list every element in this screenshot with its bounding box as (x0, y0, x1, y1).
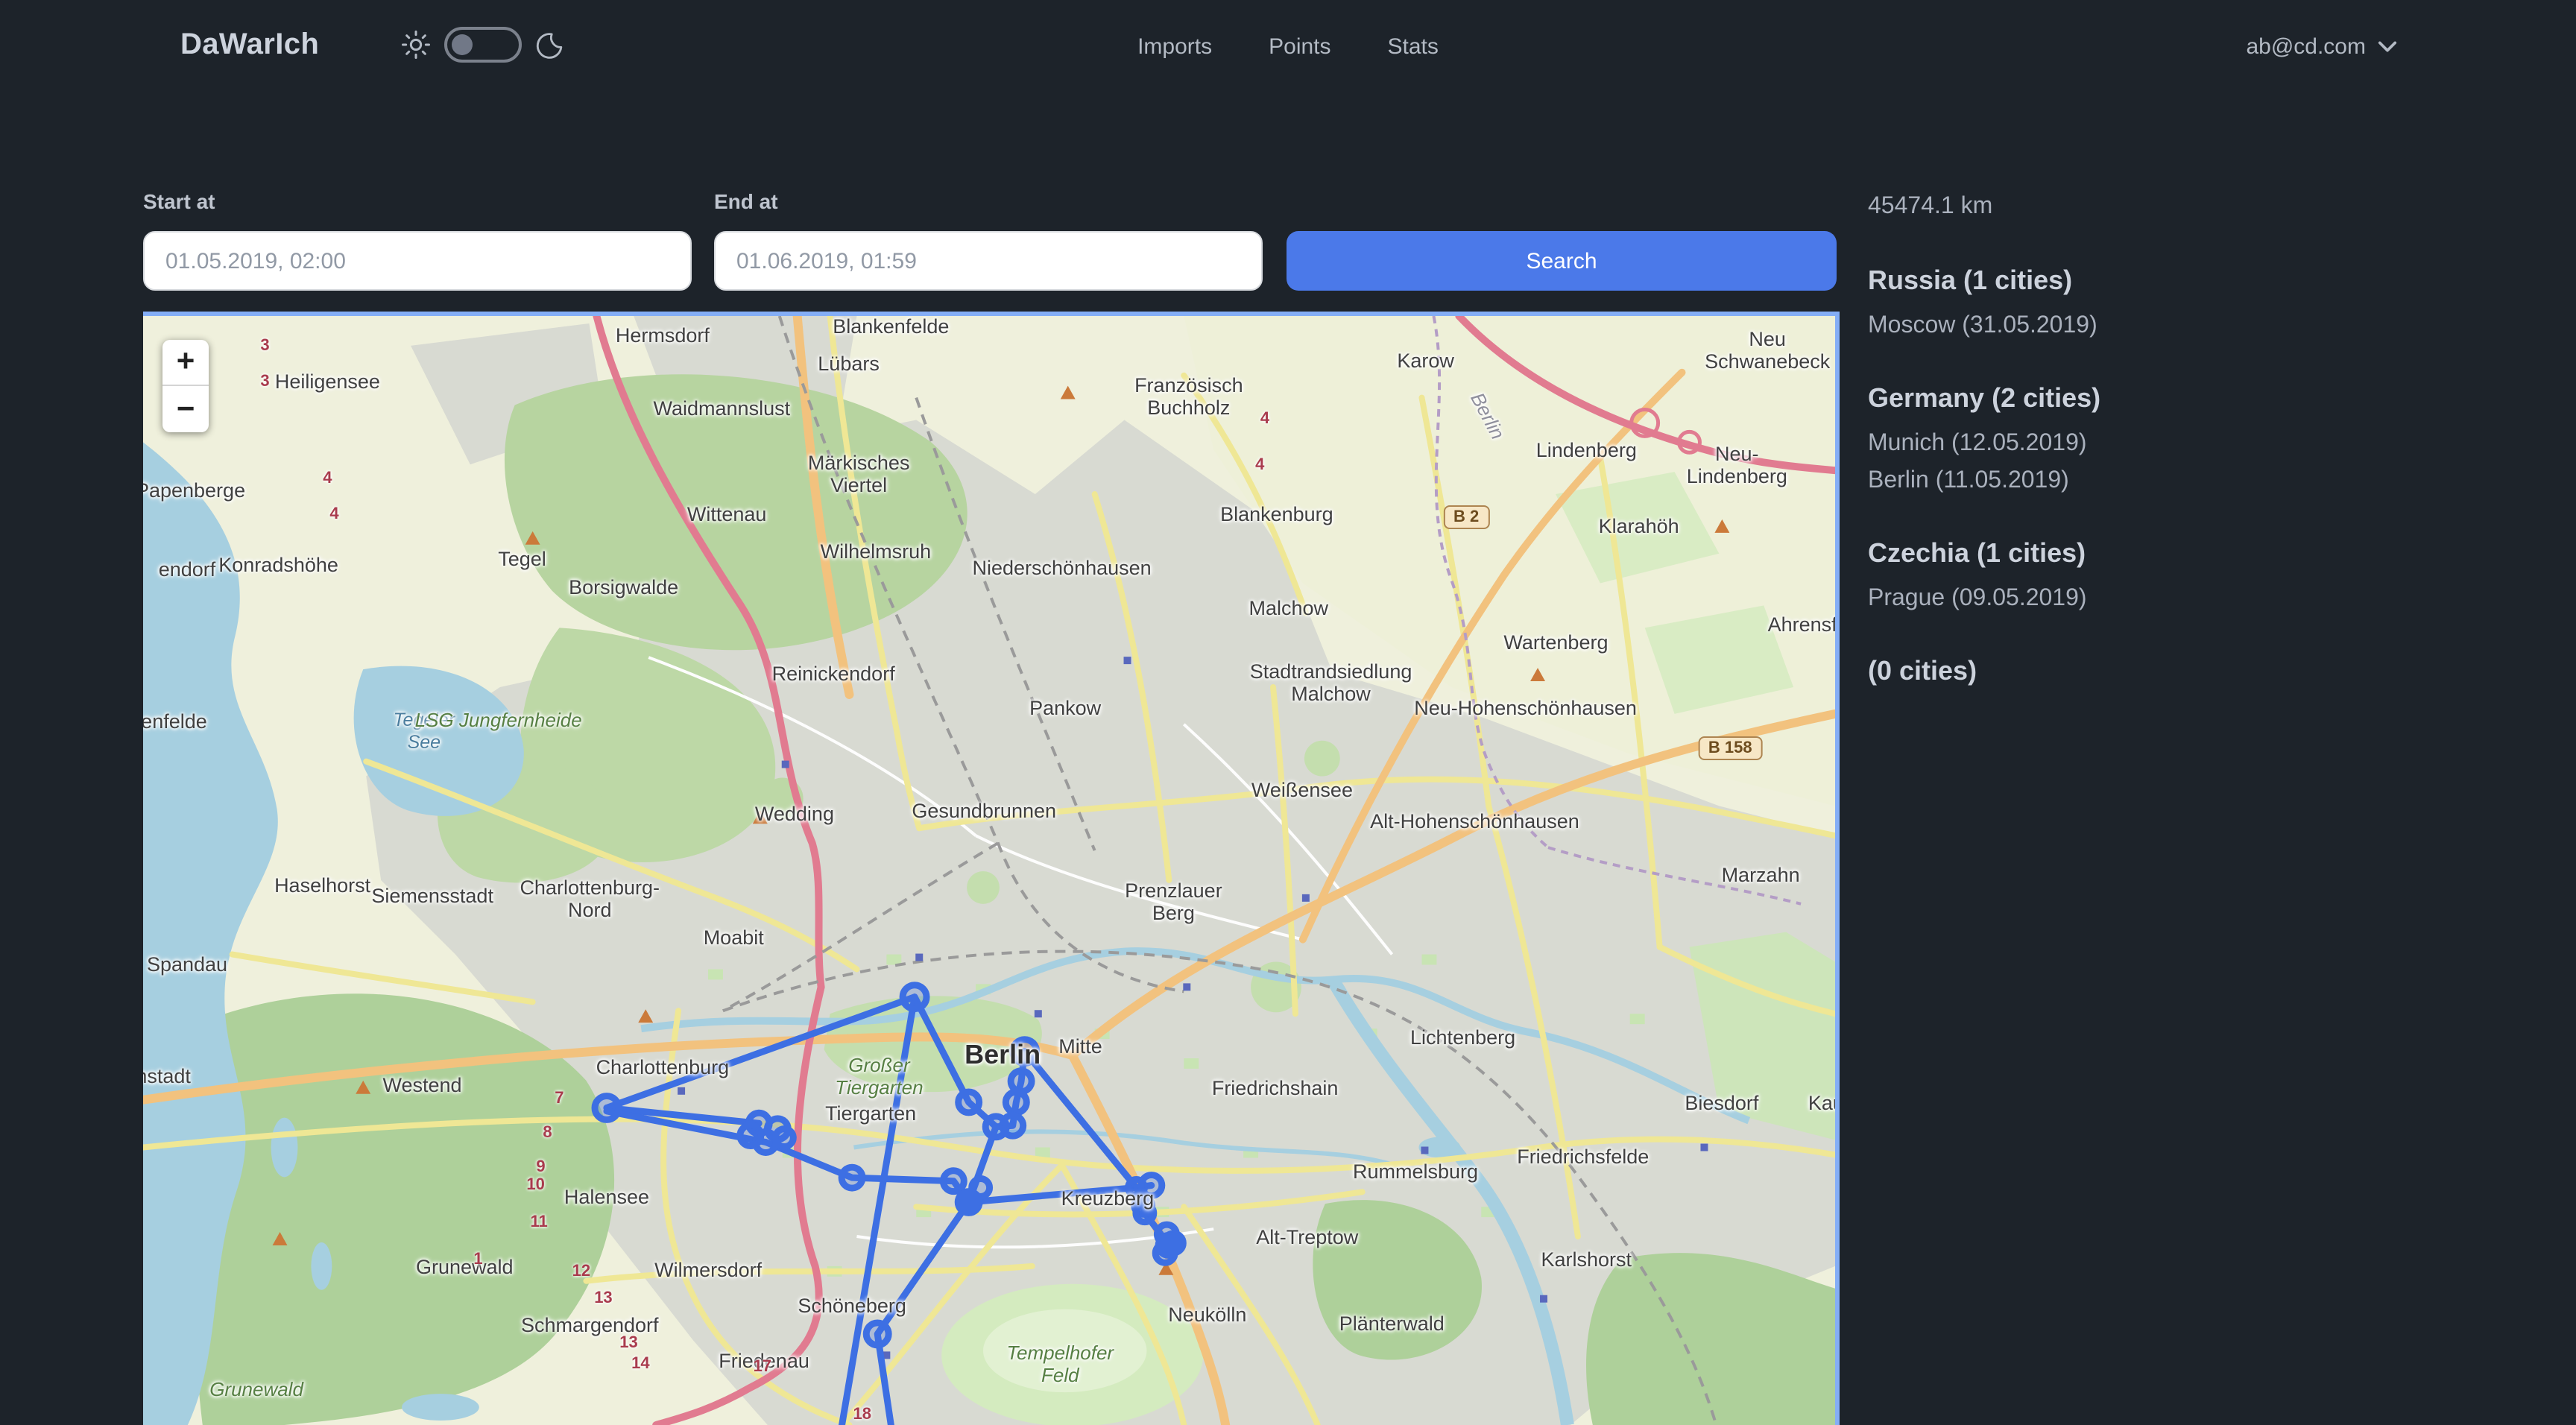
search-button[interactable]: Search (1287, 231, 1837, 291)
route-cluster-marker[interactable] (955, 1188, 983, 1216)
route-polyline (969, 1187, 1137, 1202)
navbar: DaWarIch Imports Points Stats ab@cd.com (0, 0, 2576, 94)
route-cluster-marker[interactable] (1155, 1232, 1182, 1259)
route-layer (143, 316, 1835, 1425)
user-email: ab@cd.com (2246, 34, 2366, 60)
route-point-marker[interactable] (903, 985, 926, 1009)
theme-toggle-group (401, 27, 564, 63)
end-at-label: End at (714, 189, 778, 213)
nav-link-stats[interactable]: Stats (1388, 34, 1439, 60)
country-name: Germany (2 cities) (1868, 383, 2524, 414)
user-menu[interactable]: ab@cd.com (2246, 0, 2397, 94)
route-point-marker[interactable] (985, 1116, 1006, 1137)
route-polyline (765, 1143, 968, 1202)
nav-links: Imports Points Stats (1137, 0, 1439, 94)
route-point-marker[interactable] (740, 1125, 761, 1146)
chevron-down-icon (2378, 40, 2397, 54)
route-polyline (915, 997, 996, 1127)
city-entry: Munich (12.05.2019) (1868, 425, 2524, 462)
route-point-marker[interactable] (775, 1129, 793, 1147)
route-point-marker[interactable] (1013, 1040, 1037, 1064)
zoom-out-button[interactable]: − (162, 386, 209, 432)
country-block: Czechia (1 cities) Prague (09.05.2019) (1868, 538, 2524, 617)
zoom-in-button[interactable]: + (162, 340, 209, 386)
start-date-input[interactable] (143, 231, 692, 291)
moon-icon (535, 31, 564, 59)
route-point-marker[interactable] (1011, 1071, 1032, 1092)
country-block: (0 cities) (1868, 656, 2524, 687)
route-polyline (877, 1202, 968, 1425)
route-polyline (1025, 1052, 1137, 1188)
route-point-marker[interactable] (1136, 1204, 1154, 1222)
end-date-input[interactable] (714, 231, 1263, 291)
sun-icon (401, 30, 431, 60)
route-point-marker[interactable] (595, 1096, 619, 1120)
country-block: Russia (1 cities) Moscow (31.05.2019) (1868, 265, 2524, 344)
nav-link-imports[interactable]: Imports (1137, 34, 1212, 60)
country-name: Czechia (1 cities) (1868, 538, 2524, 569)
app-logo: DaWarIch (180, 28, 319, 63)
theme-toggle[interactable] (444, 27, 522, 63)
route-point-marker[interactable] (943, 1171, 964, 1192)
country-block: Germany (2 cities) Munich (12.05.2019)Ber… (1868, 383, 2524, 499)
city-entry: Berlin (11.05.2019) (1868, 462, 2524, 499)
start-at-label: Start at (143, 189, 215, 213)
country-name: Russia (1 cities) (1868, 265, 2524, 297)
map-container[interactable]: HermsdorfBlankenfeldeLübarsFranzösisch B… (143, 312, 1840, 1425)
route-point-marker[interactable] (1141, 1175, 1162, 1196)
stats-panel-countries: Russia (1 cities) Moscow (31.05.2019) Germ… (1868, 265, 2524, 687)
route-point-marker[interactable] (1006, 1092, 1026, 1113)
route-point-marker[interactable] (959, 1092, 979, 1113)
route-polyline (607, 997, 915, 1108)
app-root: DaWarIch Imports Points Stats ab@cd.com (0, 0, 2576, 1425)
route-point-marker[interactable] (842, 1167, 862, 1188)
stats-panel: 45474.1 km Russia (1 cities) Moscow (31.0… (1868, 194, 2524, 726)
map-zoom-control: + − (162, 340, 209, 432)
route-point-marker[interactable] (866, 1323, 888, 1345)
city-entry: Prague (09.05.2019) (1868, 580, 2524, 617)
nav-link-points[interactable]: Points (1269, 34, 1330, 60)
city-entry: Moscow (31.05.2019) (1868, 307, 2524, 344)
total-distance: 45474.1 km (1868, 194, 2524, 221)
toggle-knob (452, 34, 473, 55)
country-name: (0 cities) (1868, 656, 2524, 687)
